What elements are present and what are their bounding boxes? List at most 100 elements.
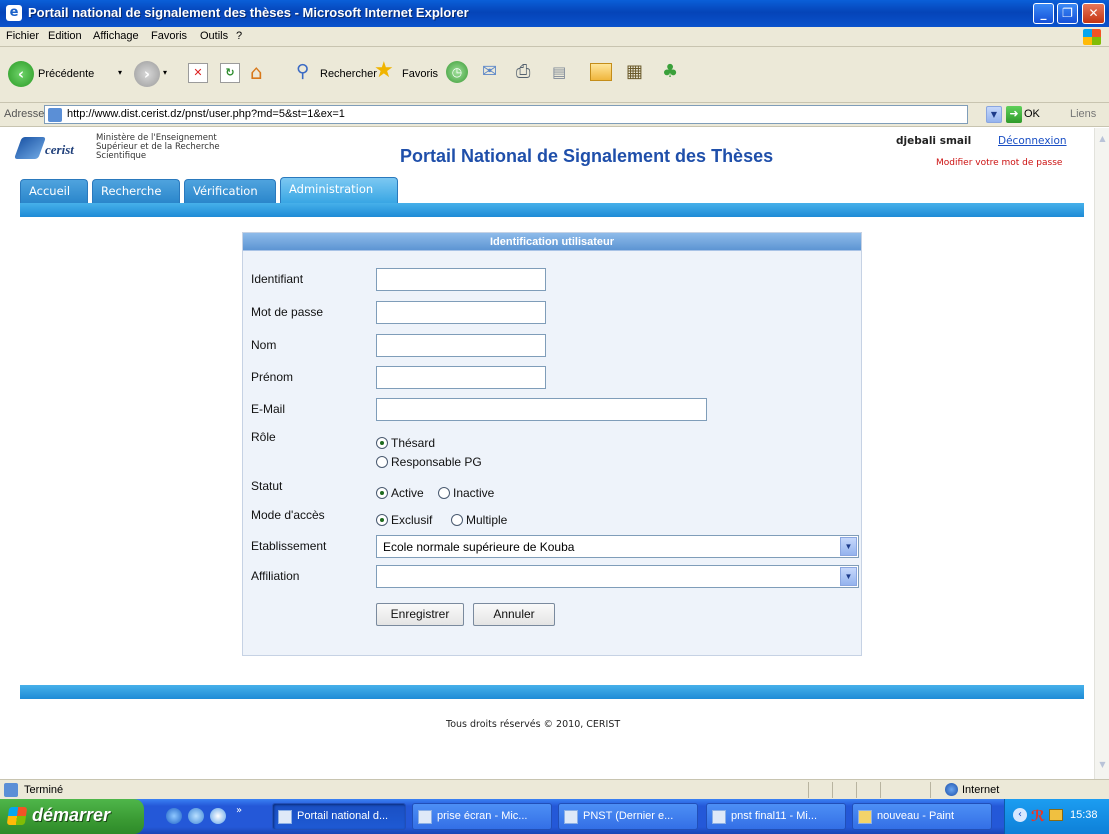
chevron-right-icon[interactable]: » [236,805,242,816]
status-divider [856,782,857,798]
tray-arrow-icon[interactable]: ‹ [1013,808,1027,822]
user-form-panel: Identification utilisateur Identifiant M… [242,232,862,656]
status-divider [930,782,931,798]
task-pnst-dernier[interactable]: PNST (Dernier e... [558,803,698,830]
acrobat-tray-icon[interactable]: ℛ [1031,807,1045,825]
back-arrow-icon[interactable]: ‹ [8,61,34,87]
paint-task-icon [858,810,872,824]
messenger-icon[interactable]: ♣ [662,61,684,83]
scroll-up-icon[interactable]: ▲ [1097,134,1108,148]
ie-task-icon [278,810,292,824]
nom-input[interactable] [376,334,546,357]
start-button[interactable]: démarrer [0,799,144,834]
forward-arrow-icon[interactable]: › [134,61,160,87]
cerist-logo-text: cerist [45,142,74,157]
menu-favoris[interactable]: Favoris [151,30,187,42]
scroll-down-icon[interactable]: ▼ [1097,760,1108,774]
nav-strip [20,203,1084,217]
task-pnst-final[interactable]: pnst final11 - Mi... [706,803,846,830]
form-heading: Identification utilisateur [243,233,861,251]
site-title: Portail National de Signalement des Thès… [400,146,774,166]
page-done-icon [4,783,18,797]
forward-dropdown-icon[interactable]: ▾ [163,68,167,77]
tab-administration[interactable]: Administration [280,177,398,203]
folder-icon[interactable] [590,63,612,81]
mode-label: Mode d'accès [251,508,325,522]
address-bar: Adresse http://www.dist.cerist.dz/pnst/u… [0,103,1109,127]
back-button[interactable]: Précédente [38,68,94,80]
task-paint-label: nouveau - Paint [877,810,955,822]
tab-verification[interactable]: Vérification [184,179,276,203]
email-input[interactable] [376,398,707,421]
search-icon[interactable]: ⚲ [296,61,318,83]
edit-icon[interactable]: ▤ [552,61,574,83]
statut-active-label: Active [391,486,424,500]
statut-inactive-radio[interactable]: Inactive [438,486,494,500]
menu-affichage[interactable]: Affichage [93,30,139,42]
refresh-icon[interactable]: ↻ [220,63,240,83]
status-text: Terminé [24,784,64,796]
menu-outils[interactable]: Outils [200,30,228,42]
back-dropdown-icon[interactable]: ▾ [118,68,122,77]
go-button[interactable]: OK [1024,108,1040,120]
address-label: Adresse [4,108,45,120]
task-portail[interactable]: Portail national d... [272,803,406,830]
history-icon[interactable]: ◷ [446,61,468,83]
windows-flag-icon [6,807,28,825]
task-paint[interactable]: nouveau - Paint [852,803,992,830]
save-button[interactable]: Enregistrer [376,603,464,626]
password-input[interactable] [376,301,546,324]
role-responsable-label: Responsable PG [391,455,482,469]
address-dropdown-icon[interactable]: ▼ [986,106,1002,123]
page-viewport: cerist Ministère de l'Enseignement Supér… [8,128,1094,779]
ie-icon: e [6,5,22,21]
address-input[interactable]: http://www.dist.cerist.dz/pnst/user.php?… [44,105,968,124]
role-thesard-label: Thésard [391,436,436,450]
word-task-icon [418,810,432,824]
links-label[interactable]: Liens [1070,108,1096,120]
favorites-button[interactable]: Favoris [402,68,438,80]
role-responsable-radio[interactable]: Responsable PG [376,455,482,469]
etablissement-value: Ecole normale supérieure de Kouba [383,540,575,554]
etablissement-select[interactable]: Ecole normale supérieure de Kouba ▼ [376,535,859,558]
logout-link[interactable]: Déconnexion [998,135,1067,147]
menu-fichier[interactable]: Fichier [6,30,39,42]
tab-accueil[interactable]: Accueil [20,179,88,203]
favorites-star-icon[interactable]: ★ [374,59,394,83]
status-divider [880,782,881,798]
statut-active-radio[interactable]: Active [376,486,424,500]
browser-quicklaunch-icon[interactable] [188,808,204,824]
affiliation-select[interactable]: ▼ [376,565,859,588]
media-quicklaunch-icon[interactable] [210,808,226,824]
word-task-icon [564,810,578,824]
menu-edition[interactable]: Edition [48,30,82,42]
menu-help[interactable]: ? [236,30,242,42]
tab-recherche[interactable]: Recherche [92,179,180,203]
mode-exclusif-radio[interactable]: Exclusif [376,513,432,527]
stop-icon[interactable]: ✕ [188,63,208,83]
ministry-name: Ministère de l'Enseignement Supérieur et… [96,134,266,161]
role-thesard-radio[interactable]: Thésard [376,436,435,450]
prenom-input[interactable] [376,366,546,389]
maximize-button[interactable]: ❐ [1057,3,1078,24]
vertical-scrollbar[interactable]: ▲ ▼ [1094,128,1109,779]
mode-multiple-radio[interactable]: Multiple [451,513,507,527]
research-icon[interactable]: ▦ [626,61,648,83]
change-password-link[interactable]: Modifier votre mot de passe [936,158,1062,168]
go-arrow-icon[interactable]: ➜ [1006,106,1022,123]
mode-multiple-label: Multiple [466,513,508,527]
task-pnst-dernier-label: PNST (Dernier e... [583,810,674,822]
home-icon[interactable]: ⌂ [250,61,272,83]
task-prise-ecran[interactable]: prise écran - Mic... [412,803,552,830]
close-button[interactable]: ✕ [1082,3,1105,24]
mail-icon[interactable]: ✉ [482,61,504,83]
ie-quicklaunch-icon[interactable] [166,808,182,824]
nom-label: Nom [251,338,277,352]
tray-app-icon[interactable] [1049,809,1063,821]
print-icon[interactable]: ⎙ [516,61,538,83]
mode-exclusif-label: Exclusif [391,513,433,527]
identifiant-input[interactable] [376,268,546,291]
search-button[interactable]: Rechercher [320,68,377,80]
cancel-button[interactable]: Annuler [473,603,555,626]
minimize-button[interactable]: _ [1033,3,1054,24]
